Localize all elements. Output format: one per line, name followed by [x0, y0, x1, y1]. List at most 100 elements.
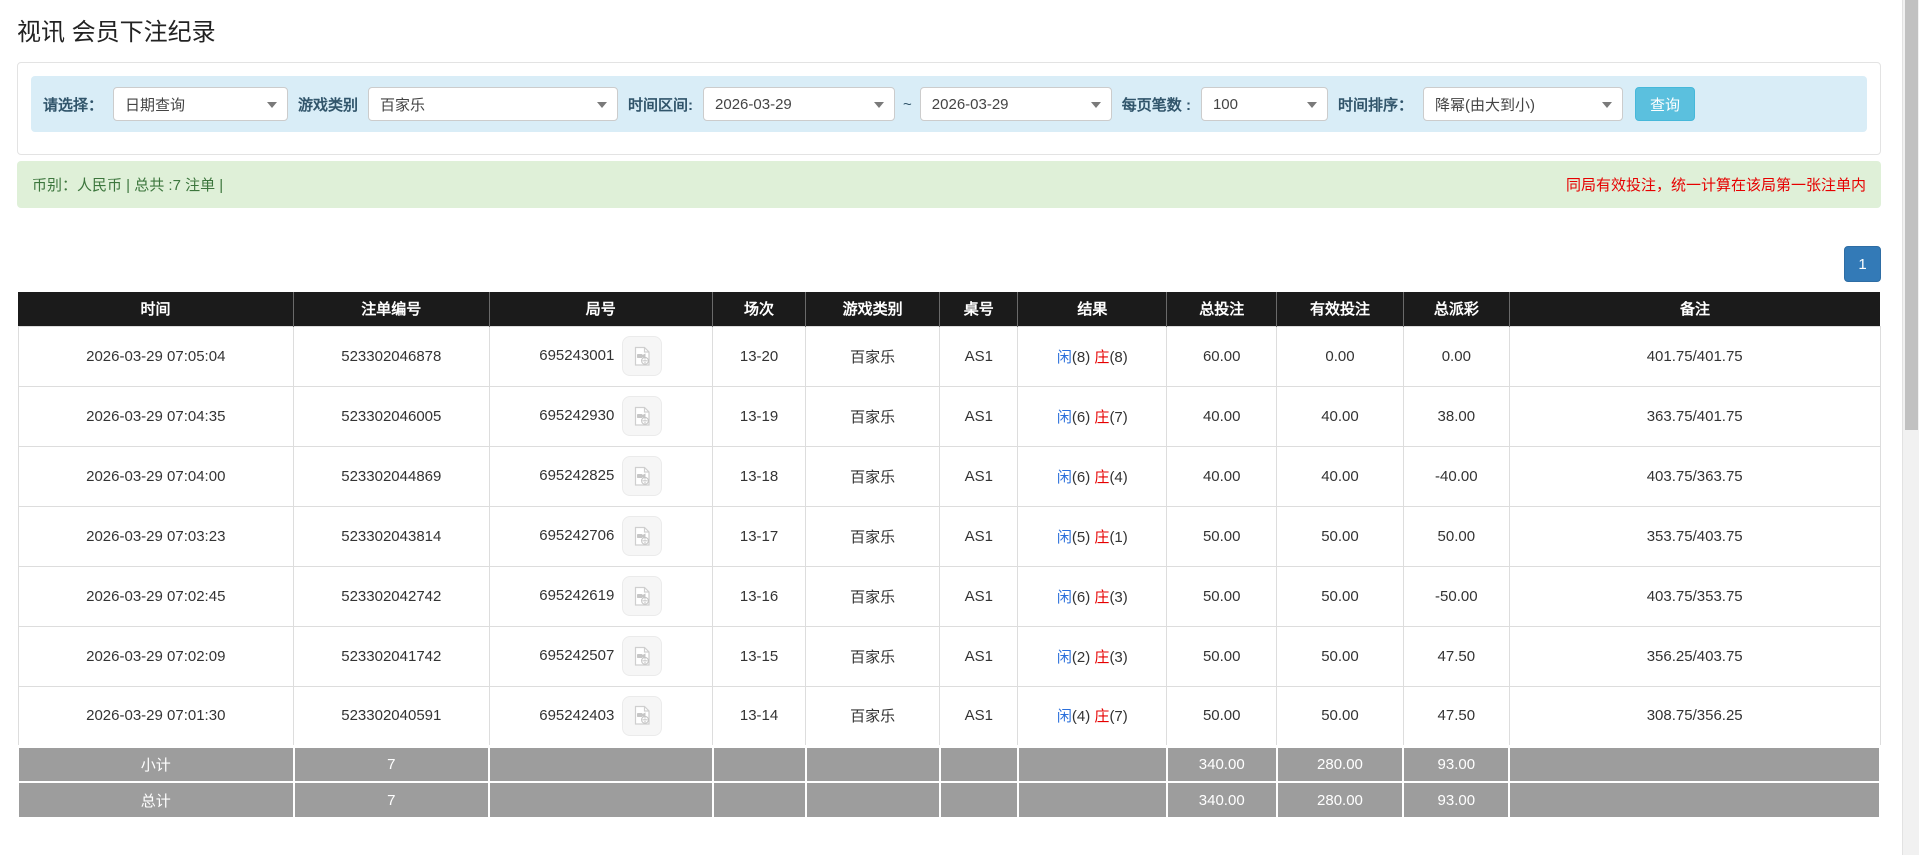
total-payout: 93.00	[1402, 781, 1511, 819]
round-id-value: 695243001	[539, 346, 615, 364]
cell-payout: 0.00	[1402, 325, 1510, 387]
banker-result: 庄	[1094, 528, 1110, 546]
pagination: 1	[17, 246, 1881, 282]
game-type-value: 百家乐	[380, 96, 426, 114]
chevron-down-icon[interactable]	[1306, 102, 1317, 108]
player-result: 闲	[1056, 348, 1072, 366]
query-type-select[interactable]: 日期查询	[113, 87, 289, 121]
sort-order-label: 时间排序：	[1337, 96, 1413, 114]
header-time: 时间	[18, 292, 295, 326]
cell-table-no: AS1	[939, 385, 1019, 447]
cell-total-bet[interactable]: 50.00	[1166, 565, 1278, 627]
video-replay-button[interactable]	[622, 516, 663, 556]
sort-order-select[interactable]: 降幂(由大到小)	[1422, 87, 1623, 121]
banker-result: 庄	[1094, 648, 1110, 666]
search-button[interactable]: 查询	[1634, 87, 1695, 121]
video-replay-icon	[634, 646, 650, 666]
cell-valid-bet: 50.00	[1276, 685, 1404, 747]
chevron-down-icon[interactable]	[1601, 102, 1612, 108]
table-row: 2026-03-29 07:04:00 523302044869 6952428…	[17, 445, 1881, 507]
cell-valid-bet: 40.00	[1276, 445, 1404, 507]
filter-panel: 请选择： 日期查询 游戏类别 百家乐 时间区间: 2026-03-29 ~ 20…	[17, 62, 1881, 155]
cell-result: 闲(4) 庄(7)	[1017, 685, 1168, 747]
cell-total-bet[interactable]: 50.00	[1166, 505, 1278, 567]
chevron-down-icon[interactable]	[597, 102, 608, 108]
video-replay-button[interactable]	[622, 695, 663, 736]
date-to-select[interactable]: 2026-03-29	[919, 87, 1112, 121]
table-row: 2026-03-29 07:02:09 523302041742 6952425…	[17, 625, 1881, 687]
cell-round-id: 695242507	[488, 625, 714, 687]
cell-time: 2026-03-29 07:03:23	[17, 505, 295, 567]
video-replay-button[interactable]	[622, 636, 663, 676]
cell-table-no: AS1	[939, 325, 1019, 387]
cell-session: 13-17	[711, 505, 807, 567]
vertical-scrollbar[interactable]	[1902, 0, 1919, 855]
cell-round-id: 695242619	[488, 565, 714, 627]
cell-total-bet[interactable]: 60.00	[1166, 325, 1278, 387]
cell-result: 闲(6) 庄(3)	[1017, 565, 1168, 627]
cell-payout: 47.50	[1402, 625, 1510, 687]
total-valid-bet: 280.00	[1275, 781, 1405, 819]
cell-note: 403.75/363.75	[1508, 445, 1881, 507]
cell-game-type: 百家乐	[805, 685, 941, 747]
video-replay-icon	[634, 346, 650, 366]
cell-valid-bet: 50.00	[1276, 565, 1404, 627]
cell-total-bet[interactable]: 40.00	[1166, 445, 1278, 507]
chevron-down-icon[interactable]	[267, 102, 278, 108]
time-range-label: 时间区间:	[628, 96, 694, 114]
header-bet-id: 注单编号	[293, 292, 490, 326]
main-content: 视讯 会员下注纪录 请选择： 日期查询 游戏类别 百家乐 时间区间: 2026-…	[0, 0, 1919, 819]
cell-time: 2026-03-29 07:02:45	[17, 565, 295, 627]
cell-result: 闲(5) 庄(1)	[1017, 505, 1168, 567]
banker-result: 庄	[1094, 468, 1110, 486]
video-replay-button[interactable]	[622, 396, 663, 436]
subtotal-row: 小计 7 340.00 280.00 93.00	[17, 744, 1881, 783]
cell-game-type: 百家乐	[805, 445, 941, 507]
cell-bet-id: 523302044869	[293, 445, 490, 507]
cell-round-id: 695243001	[488, 325, 714, 387]
cell-bet-id: 523302046005	[293, 385, 490, 447]
cell-total-bet[interactable]: 40.00	[1166, 385, 1278, 447]
cell-bet-id: 523302041742	[293, 625, 490, 687]
player-result: 闲	[1056, 408, 1072, 426]
table-row: 2026-03-29 07:05:04 523302046878 6952430…	[17, 325, 1881, 387]
valid-bet-note: 同局有效投注，统一计算在该局第一张注单内	[1565, 177, 1866, 194]
cell-time: 2026-03-29 07:05:04	[17, 325, 295, 387]
header-result: 结果	[1017, 292, 1168, 326]
date-from-select[interactable]: 2026-03-29	[703, 87, 896, 121]
cell-result: 闲(2) 庄(3)	[1017, 625, 1168, 687]
player-result: 闲	[1056, 468, 1072, 486]
page-title: 视讯 会员下注纪录	[17, 19, 216, 46]
cell-total-bet[interactable]: 50.00	[1166, 685, 1278, 747]
scrollbar-thumb[interactable]	[1905, 0, 1918, 430]
cell-total-bet[interactable]: 50.00	[1166, 625, 1278, 687]
video-replay-button[interactable]	[622, 576, 663, 616]
total-total-bet: 340.00	[1165, 781, 1278, 819]
video-replay-icon	[634, 586, 650, 606]
betting-records-table: 时间 注单编号 局号 场次 游戏类别 桌号 结果 总投注 有效投注 总派彩 备注…	[17, 292, 1881, 819]
page-1-button[interactable]: 1	[1844, 246, 1881, 282]
cell-note: 353.75/403.75	[1508, 505, 1881, 567]
video-replay-button[interactable]	[622, 336, 663, 376]
game-type-label: 游戏类别	[298, 96, 359, 114]
chevron-down-icon[interactable]	[874, 102, 885, 108]
chevron-down-icon[interactable]	[1090, 102, 1101, 108]
header-table-no: 桌号	[939, 292, 1019, 326]
player-result: 闲	[1056, 528, 1072, 546]
cell-round-id: 695242706	[488, 505, 714, 567]
page-size-select[interactable]: 100	[1200, 87, 1328, 121]
cell-session: 13-18	[711, 445, 807, 507]
subtotal-label: 小计	[17, 744, 295, 783]
query-type-value: 日期查询	[125, 96, 186, 114]
cell-time: 2026-03-29 07:02:09	[17, 625, 295, 687]
cell-note: 403.75/353.75	[1508, 565, 1881, 627]
cell-round-id: 695242825	[488, 445, 714, 507]
cell-payout: -40.00	[1402, 445, 1510, 507]
round-id-value: 695242930	[539, 406, 615, 424]
cell-round-id: 695242930	[488, 385, 714, 447]
video-replay-icon	[634, 705, 650, 725]
game-type-select[interactable]: 百家乐	[368, 87, 619, 121]
video-replay-button[interactable]	[622, 456, 663, 496]
video-replay-icon	[634, 466, 650, 486]
cell-table-no: AS1	[939, 685, 1019, 747]
